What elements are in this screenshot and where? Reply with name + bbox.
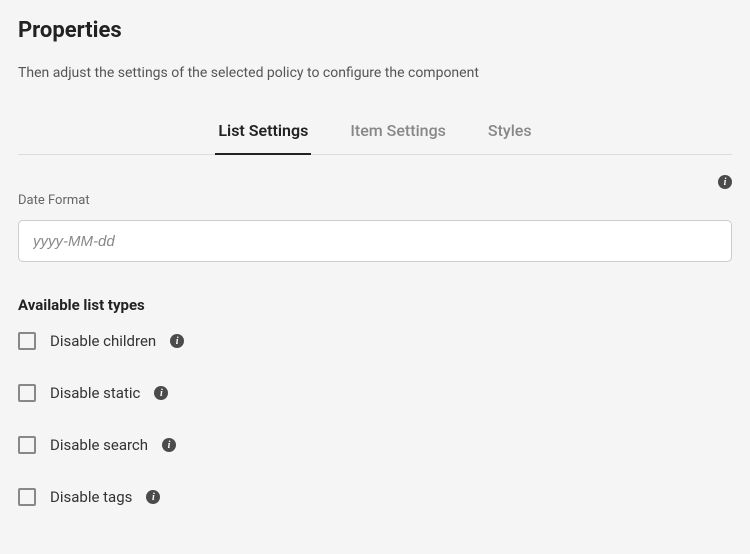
tab-item-settings[interactable]: Item Settings xyxy=(350,121,446,154)
page-title: Properties xyxy=(18,18,732,43)
info-icon[interactable]: i xyxy=(718,175,732,189)
info-icon[interactable]: i xyxy=(154,386,168,400)
date-format-field: i Date Format xyxy=(18,175,732,262)
checkbox-label: Disable children xyxy=(50,332,156,350)
checkbox-label: Disable search xyxy=(50,436,148,454)
disable-search-checkbox[interactable] xyxy=(18,436,36,454)
checkbox-label: Disable tags xyxy=(50,488,132,506)
date-format-label: Date Format xyxy=(18,193,732,208)
list-types-heading: Available list types xyxy=(18,296,732,314)
list-item: Disable children i xyxy=(18,332,732,350)
disable-tags-checkbox[interactable] xyxy=(18,488,36,506)
list-item: Disable search i xyxy=(18,436,732,454)
info-icon[interactable]: i xyxy=(170,334,184,348)
checkbox-label: Disable static xyxy=(50,384,140,402)
tab-styles[interactable]: Styles xyxy=(488,121,532,154)
list-item: Disable tags i xyxy=(18,488,732,506)
page-subtitle: Then adjust the settings of the selected… xyxy=(18,65,732,81)
info-icon[interactable]: i xyxy=(146,490,160,504)
info-icon[interactable]: i xyxy=(162,438,176,452)
tabs-container: List Settings Item Settings Styles xyxy=(18,121,732,155)
disable-children-checkbox[interactable] xyxy=(18,332,36,350)
disable-static-checkbox[interactable] xyxy=(18,384,36,402)
list-item: Disable static i xyxy=(18,384,732,402)
tab-list-settings[interactable]: List Settings xyxy=(218,121,308,154)
date-format-input[interactable] xyxy=(18,220,732,262)
